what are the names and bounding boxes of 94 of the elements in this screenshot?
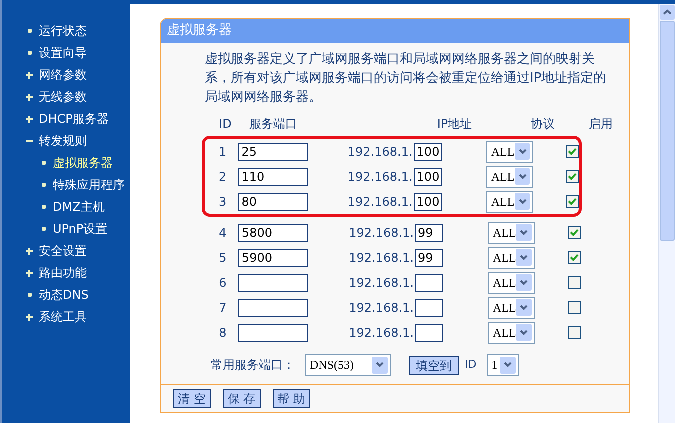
scroll-thumb[interactable]	[660, 21, 674, 241]
ip-prefix: 192.168.1.	[346, 168, 414, 186]
enable-checkbox[interactable]	[566, 145, 579, 158]
protocol-select[interactable]: ALL	[486, 190, 534, 212]
row-id: 4	[218, 224, 228, 242]
scroll-up-icon[interactable]	[660, 5, 674, 20]
enable-checkbox[interactable]	[568, 226, 581, 239]
row-id: 1	[218, 144, 228, 160]
fill-button[interactable]: 填空到	[409, 356, 459, 374]
protocol-select[interactable]: ALL	[488, 222, 535, 244]
ip-prefix: 192.168.1.	[348, 300, 415, 316]
protocol-select[interactable]: ALL	[488, 272, 535, 294]
action-button[interactable]: 帮 助	[272, 389, 310, 408]
sidebar-item[interactable]: 特殊应用程序	[53, 176, 125, 194]
sidebar-item[interactable]: 路由功能	[39, 264, 87, 282]
ip-last-octet-field[interactable]	[415, 298, 443, 316]
protocol-select[interactable]: ALL	[486, 140, 534, 162]
bullet-icon	[28, 293, 32, 297]
service-port-field[interactable]: 5900	[238, 248, 308, 266]
service-port-field[interactable]: 25	[238, 142, 308, 160]
column-header: 协议	[530, 116, 556, 133]
sidebar-item[interactable]: 安全设置	[39, 242, 87, 260]
service-port-field[interactable]	[238, 298, 308, 316]
enable-checkbox[interactable]	[566, 195, 579, 208]
sidebar-item[interactable]: 动态DNS	[39, 286, 89, 304]
ip-prefix: 192.168.1.	[348, 274, 415, 292]
sidebar-item[interactable]: 转发规则	[39, 132, 87, 150]
ip-last-octet-field[interactable]: 99	[415, 248, 443, 266]
plus-icon	[26, 270, 33, 276]
ip-prefix: 192.168.1.	[348, 224, 415, 242]
bullet-icon	[42, 183, 46, 187]
protocol-select[interactable]: ALL	[488, 296, 535, 318]
row-id: 7	[218, 300, 228, 316]
service-port-field[interactable]: 80	[238, 192, 308, 210]
row-id: 6	[218, 274, 228, 292]
service-port-field[interactable]: 110	[238, 168, 308, 186]
ip-last-octet-field[interactable]	[415, 324, 443, 342]
common-port-label: 常用服务端口：	[211, 357, 295, 374]
id-label: ID	[465, 356, 477, 373]
plus-icon	[26, 314, 33, 320]
protocol-select[interactable]: ALL	[488, 246, 535, 268]
bullet-icon	[42, 227, 46, 231]
ip-last-octet-field[interactable]: 100	[414, 192, 442, 210]
column-header: ID	[218, 116, 233, 133]
scrollbar[interactable]	[658, 4, 675, 423]
ip-prefix: 192.168.1.	[348, 324, 415, 342]
sidebar-item[interactable]: 虚拟服务器	[53, 154, 113, 172]
enable-checkbox[interactable]	[568, 251, 581, 264]
action-button[interactable]: 清 空	[173, 389, 211, 408]
ip-last-octet-field[interactable]: 100	[414, 168, 442, 186]
row-id: 8	[218, 324, 228, 342]
bullet-icon	[42, 161, 46, 165]
ip-prefix: 192.168.1.	[348, 250, 415, 266]
bullet-icon	[42, 205, 46, 209]
sidebar-item[interactable]: DHCP服务器	[39, 110, 109, 128]
column-header: IP地址	[436, 116, 474, 133]
column-header: 服务端口	[248, 116, 299, 133]
service-port-field[interactable]	[238, 324, 308, 342]
ip-prefix: 192.168.1.	[346, 144, 414, 160]
service-port-field[interactable]: 5800	[238, 224, 308, 242]
bullet-icon	[28, 51, 32, 55]
ip-last-octet-field[interactable]	[415, 274, 443, 292]
plus-icon	[26, 116, 33, 122]
ip-last-octet-field[interactable]: 100	[414, 142, 442, 160]
plus-icon	[26, 248, 33, 254]
sidebar-item[interactable]: UPnP设置	[53, 220, 108, 238]
ip-prefix: 192.168.1.	[346, 194, 414, 210]
service-port-field[interactable]	[238, 274, 308, 292]
row-id: 3	[218, 194, 228, 210]
protocol-select[interactable]: ALL	[486, 166, 534, 188]
ip-last-octet-field[interactable]: 99	[415, 224, 443, 242]
enable-checkbox[interactable]	[566, 170, 579, 183]
plus-icon	[26, 94, 33, 100]
common-port-select[interactable]: DNS(53)	[305, 354, 391, 376]
minus-icon	[26, 138, 33, 144]
enable-checkbox[interactable]	[568, 326, 581, 339]
bullet-icon	[28, 29, 32, 33]
column-header: 启用	[588, 116, 613, 133]
plus-icon	[26, 72, 33, 78]
sidebar-item[interactable]: 无线参数	[39, 88, 87, 106]
panel-title: 虚拟服务器	[161, 19, 629, 43]
sidebar-item[interactable]: 网络参数	[39, 66, 87, 84]
sidebar-item[interactable]: 运行状态	[39, 22, 87, 40]
enable-checkbox[interactable]	[568, 276, 581, 289]
sidebar-item[interactable]: 系统工具	[39, 308, 87, 326]
row-id: 2	[218, 168, 228, 186]
description-text: 虚拟服务器定义了广域网服务端口和局域网网络服务器之间的映射关系，所有对该广域网服务端口的访问将会被重定位给通过IP地址指定的局域网网络服务器。	[205, 51, 608, 107]
sidebar-item[interactable]: 设置向导	[39, 44, 87, 62]
protocol-select[interactable]: ALL	[488, 322, 535, 344]
row-id: 5	[218, 250, 228, 266]
action-button[interactable]: 保 存	[222, 389, 261, 408]
id-select[interactable]: 1	[486, 354, 519, 376]
sidebar-item[interactable]: DMZ主机	[53, 198, 105, 216]
enable-checkbox[interactable]	[568, 301, 581, 314]
